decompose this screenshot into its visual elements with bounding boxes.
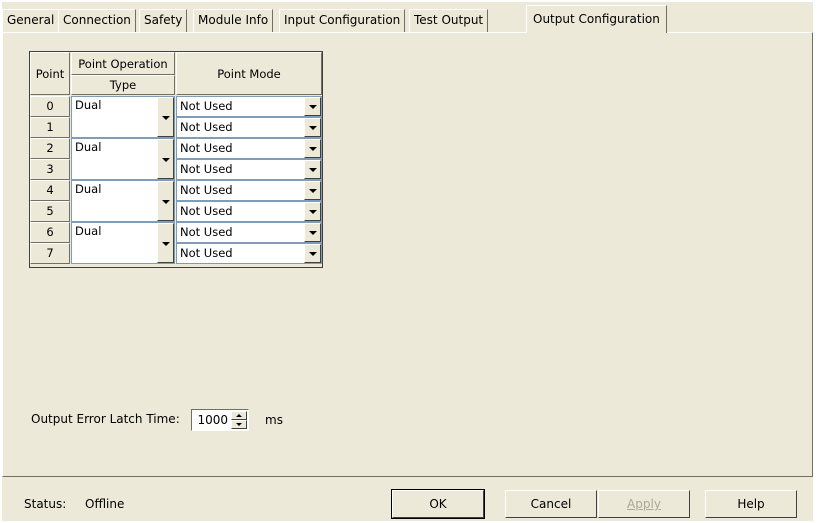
output-error-latch-time-spinbox[interactable]: 1000 [191, 409, 249, 431]
point-number: 2 [30, 138, 70, 159]
output-error-latch-time-label: Output Error Latch Time: [31, 412, 180, 426]
help-button[interactable]: Help [705, 490, 797, 518]
point-number: 7 [30, 243, 70, 264]
cancel-button[interactable]: Cancel [505, 490, 597, 518]
type-value: Dual [75, 182, 102, 196]
status-label: Status: [24, 497, 67, 511]
tab-input-configuration[interactable]: Input Configuration [279, 9, 406, 32]
point-mode-value: Not Used [180, 183, 233, 197]
point-mode-value: Not Used [180, 120, 233, 134]
type-value: Dual [75, 224, 102, 238]
type-dropdown-4-5[interactable]: Dual [71, 180, 175, 222]
spin-down-icon[interactable] [231, 420, 247, 429]
type-dropdown-0-1[interactable]: Dual [71, 96, 175, 138]
point-number: 4 [30, 180, 70, 201]
point-mode-dropdown-3[interactable]: Not Used [176, 159, 322, 180]
apply-button[interactable]: Apply [598, 490, 690, 518]
chevron-down-icon[interactable] [304, 160, 321, 179]
point-mode-dropdown-7[interactable]: Not Used [176, 243, 322, 264]
header-point: Point [30, 52, 70, 95]
point-mode-dropdown-0[interactable]: Not Used [176, 96, 322, 117]
type-value: Dual [75, 98, 102, 112]
header-type: Type [71, 75, 175, 95]
point-number: 3 [30, 159, 70, 180]
chevron-down-icon[interactable] [304, 181, 321, 200]
chevron-down-icon[interactable] [157, 223, 174, 263]
point-number: 1 [30, 117, 70, 138]
point-mode-value: Not Used [180, 162, 233, 176]
tab-safety[interactable]: Safety [139, 9, 188, 32]
point-number: 0 [30, 96, 70, 117]
chevron-down-icon[interactable] [304, 97, 321, 116]
tab-output-configuration[interactable]: Output Configuration [526, 5, 667, 33]
tab-page-output-configuration: Point Point Operation Type Point Mode 0 … [2, 32, 813, 477]
point-mode-value: Not Used [180, 99, 233, 113]
chevron-down-icon[interactable] [157, 181, 174, 221]
point-mode-value: Not Used [180, 204, 233, 218]
chevron-down-icon[interactable] [157, 97, 174, 137]
tab-module-info[interactable]: Module Info [193, 9, 274, 32]
type-dropdown-2-3[interactable]: Dual [71, 138, 175, 180]
point-mode-dropdown-4[interactable]: Not Used [176, 180, 322, 201]
tab-bar: General Connection Safety Module Info In… [2, 2, 813, 33]
point-mode-dropdown-1[interactable]: Not Used [176, 117, 322, 138]
point-mode-dropdown-5[interactable]: Not Used [176, 201, 322, 222]
type-dropdown-6-7[interactable]: Dual [71, 222, 175, 264]
tab-connection[interactable]: Connection [58, 9, 136, 32]
chevron-down-icon[interactable] [157, 139, 174, 179]
point-number: 5 [30, 201, 70, 222]
point-mode-value: Not Used [180, 225, 233, 239]
status-value: Offline [85, 497, 125, 511]
module-properties-dialog: General Connection Safety Module Info In… [2, 2, 813, 521]
header-point-operation: Point Operation [71, 52, 175, 75]
spin-up-icon[interactable] [231, 411, 247, 420]
chevron-down-icon[interactable] [304, 139, 321, 158]
chevron-down-icon[interactable] [304, 202, 321, 221]
latch-time-unit: ms [265, 413, 283, 427]
chevron-down-icon[interactable] [304, 223, 321, 242]
chevron-down-icon[interactable] [304, 118, 321, 137]
point-mode-value: Not Used [180, 246, 233, 260]
header-point-mode: Point Mode [176, 52, 322, 95]
point-number: 6 [30, 222, 70, 243]
tab-general[interactable]: General [2, 9, 60, 32]
chevron-down-icon[interactable] [304, 244, 321, 263]
point-mode-dropdown-6[interactable]: Not Used [176, 222, 322, 243]
tab-test-output[interactable]: Test Output [409, 9, 489, 32]
point-mode-dropdown-2[interactable]: Not Used [176, 138, 322, 159]
point-mode-value: Not Used [180, 141, 233, 155]
latch-time-value: 1000 [197, 413, 228, 427]
ok-button[interactable]: OK [391, 489, 485, 519]
spinner[interactable] [231, 411, 247, 429]
type-value: Dual [75, 140, 102, 154]
